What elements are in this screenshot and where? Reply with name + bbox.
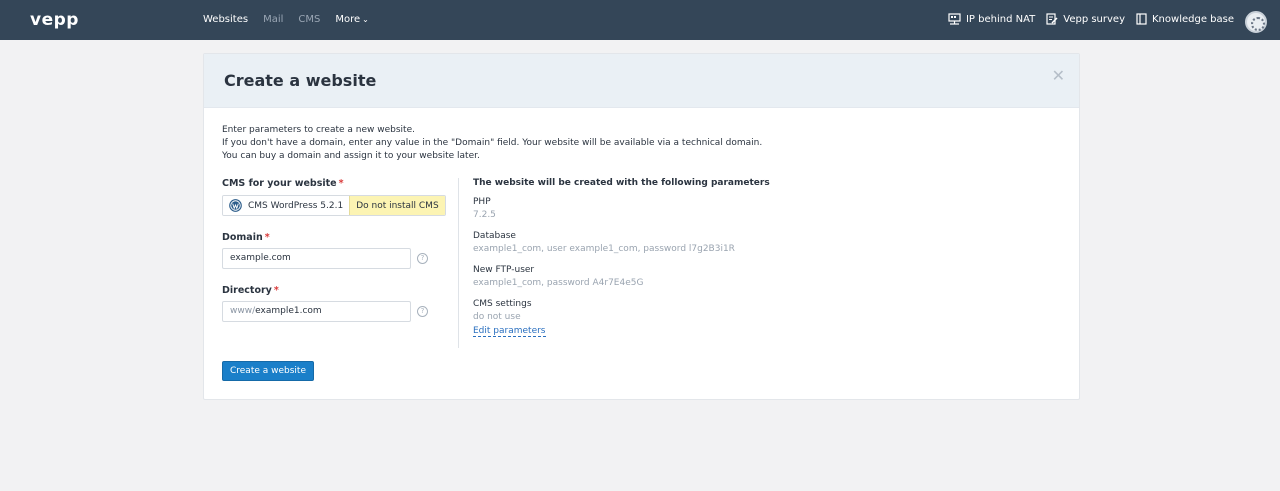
wordpress-icon <box>229 199 242 212</box>
vepp-logo[interactable]: vepp <box>30 10 79 30</box>
ip-behind-nat-label: IP behind NAT <box>965 13 1036 25</box>
help-icon[interactable]: ? <box>417 306 428 317</box>
directory-prefix: www/ <box>230 306 256 316</box>
cms-field-label: CMS for your website * <box>222 178 344 189</box>
param-value: 7.2.5 <box>473 210 496 220</box>
ip-behind-nat-link[interactable]: IP behind NAT <box>948 13 1035 25</box>
cms-label-text: CMS for your website <box>222 178 337 189</box>
domain-input[interactable]: example.com <box>222 248 411 269</box>
vepp-survey-link[interactable]: Vepp survey <box>1046 13 1125 25</box>
edit-parameters-link[interactable]: Edit parameters <box>473 326 546 337</box>
nav-websites[interactable]: Websites <box>203 14 248 25</box>
chevron-down-icon: ⌄ <box>362 15 369 24</box>
required-mark: * <box>264 232 270 243</box>
main-nav: Websites Mail CMS More ⌄ <box>203 14 384 25</box>
directory-input[interactable]: www/example1.com <box>222 301 411 322</box>
nav-mail[interactable]: Mail <box>263 14 283 25</box>
directory-label-text: Directory <box>222 285 272 296</box>
cms-option-none[interactable]: Do not install CMS <box>349 196 445 215</box>
help-icon[interactable]: ? <box>417 253 428 264</box>
nav-cms[interactable]: CMS <box>298 14 320 25</box>
param-label: Database <box>473 231 516 241</box>
cms-selector: CMS WordPress 5.2.1 Do not install CMS <box>222 195 446 216</box>
page-title: Create a website <box>224 71 377 90</box>
intro-line: You can buy a domain and assign it to yo… <box>222 151 480 161</box>
domain-field-label: Domain * <box>222 232 270 243</box>
header-links: IP behind NAT Vepp survey Knowledge base <box>937 13 1234 25</box>
intro-line: Enter parameters to create a new website… <box>222 125 415 135</box>
intro-line: If you don't have a domain, enter any va… <box>222 138 763 148</box>
knowledge-base-label: Knowledge base <box>1152 13 1234 25</box>
intro-text: Enter parameters to create a new website… <box>222 124 762 163</box>
directory-value: example1.com <box>255 306 322 316</box>
param-value: example1_com, password A4r7E4e5G <box>473 278 644 288</box>
required-mark: * <box>338 178 344 189</box>
dialog-header: Create a website ✕ <box>204 54 1079 108</box>
param-value: example1_com, user example1_com, passwor… <box>473 244 735 254</box>
param-label: CMS settings <box>473 299 532 309</box>
vepp-survey-label: Vepp survey <box>1063 13 1125 25</box>
param-label: PHP <box>473 197 491 207</box>
avatar-icon[interactable] <box>1245 11 1267 33</box>
network-icon <box>948 13 961 25</box>
required-mark: * <box>273 285 279 296</box>
top-navigation-bar: vepp Websites Mail CMS More ⌄ IP behind N… <box>0 0 1280 40</box>
create-website-dialog: Create a website ✕ Enter parameters to c… <box>203 53 1080 400</box>
cms-option-wordpress[interactable]: CMS WordPress 5.2.1 <box>223 196 350 215</box>
knowledge-base-link[interactable]: Knowledge base <box>1136 13 1234 25</box>
survey-icon <box>1046 13 1058 25</box>
cms-option-wordpress-label: CMS WordPress 5.2.1 <box>248 200 344 211</box>
param-label: New FTP-user <box>473 265 535 275</box>
param-value: do not use <box>473 312 521 322</box>
close-icon[interactable]: ✕ <box>1052 66 1065 85</box>
column-divider <box>458 178 459 348</box>
parameters-summary: The website will be created with the fol… <box>473 178 770 337</box>
create-website-button[interactable]: Create a website <box>222 361 314 381</box>
book-icon <box>1136 13 1147 25</box>
directory-field-label: Directory * <box>222 285 279 296</box>
nav-more[interactable]: More ⌄ <box>335 14 369 25</box>
parameters-title: The website will be created with the fol… <box>473 178 770 188</box>
domain-label-text: Domain <box>222 232 263 243</box>
nav-more-label: More <box>335 14 361 25</box>
